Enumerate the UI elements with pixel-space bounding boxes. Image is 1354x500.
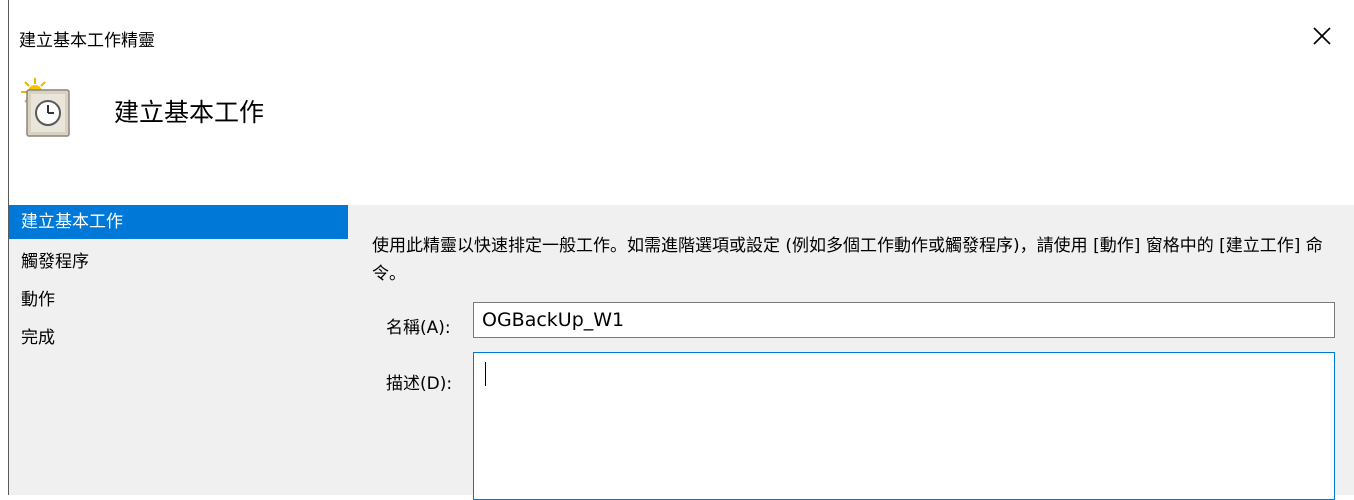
text-caret [485,362,486,386]
sidebar-item-trigger[interactable]: 觸發程序 [9,243,348,281]
description-label: 描述(D): [386,374,453,394]
name-field[interactable]: OGBackUp_W1 [473,302,1335,338]
description-field[interactable] [473,352,1335,500]
close-icon [1313,27,1331,45]
close-button[interactable] [1304,18,1340,54]
sidebar-item-finish[interactable]: 完成 [9,319,348,357]
wizard-steps-sidebar: 建立基本工作 觸發程序 動作 完成 [9,205,348,495]
task-scheduler-clock-icon [17,78,77,140]
window-title: 建立基本工作精靈 [19,31,155,51]
wizard-content: 使用此精靈以快速排定一般工作。如需進階選項或設定 (例如多個工作動作或觸發程序)… [348,205,1354,500]
name-label: 名稱(A): [386,318,451,338]
sidebar-item-create-basic-task[interactable]: 建立基本工作 [9,205,348,239]
intro-text: 使用此精靈以快速排定一般工作。如需進階選項或設定 (例如多個工作動作或觸發程序)… [372,236,1323,284]
sidebar-item-action[interactable]: 動作 [9,281,348,319]
page-title: 建立基本工作 [114,98,265,127]
